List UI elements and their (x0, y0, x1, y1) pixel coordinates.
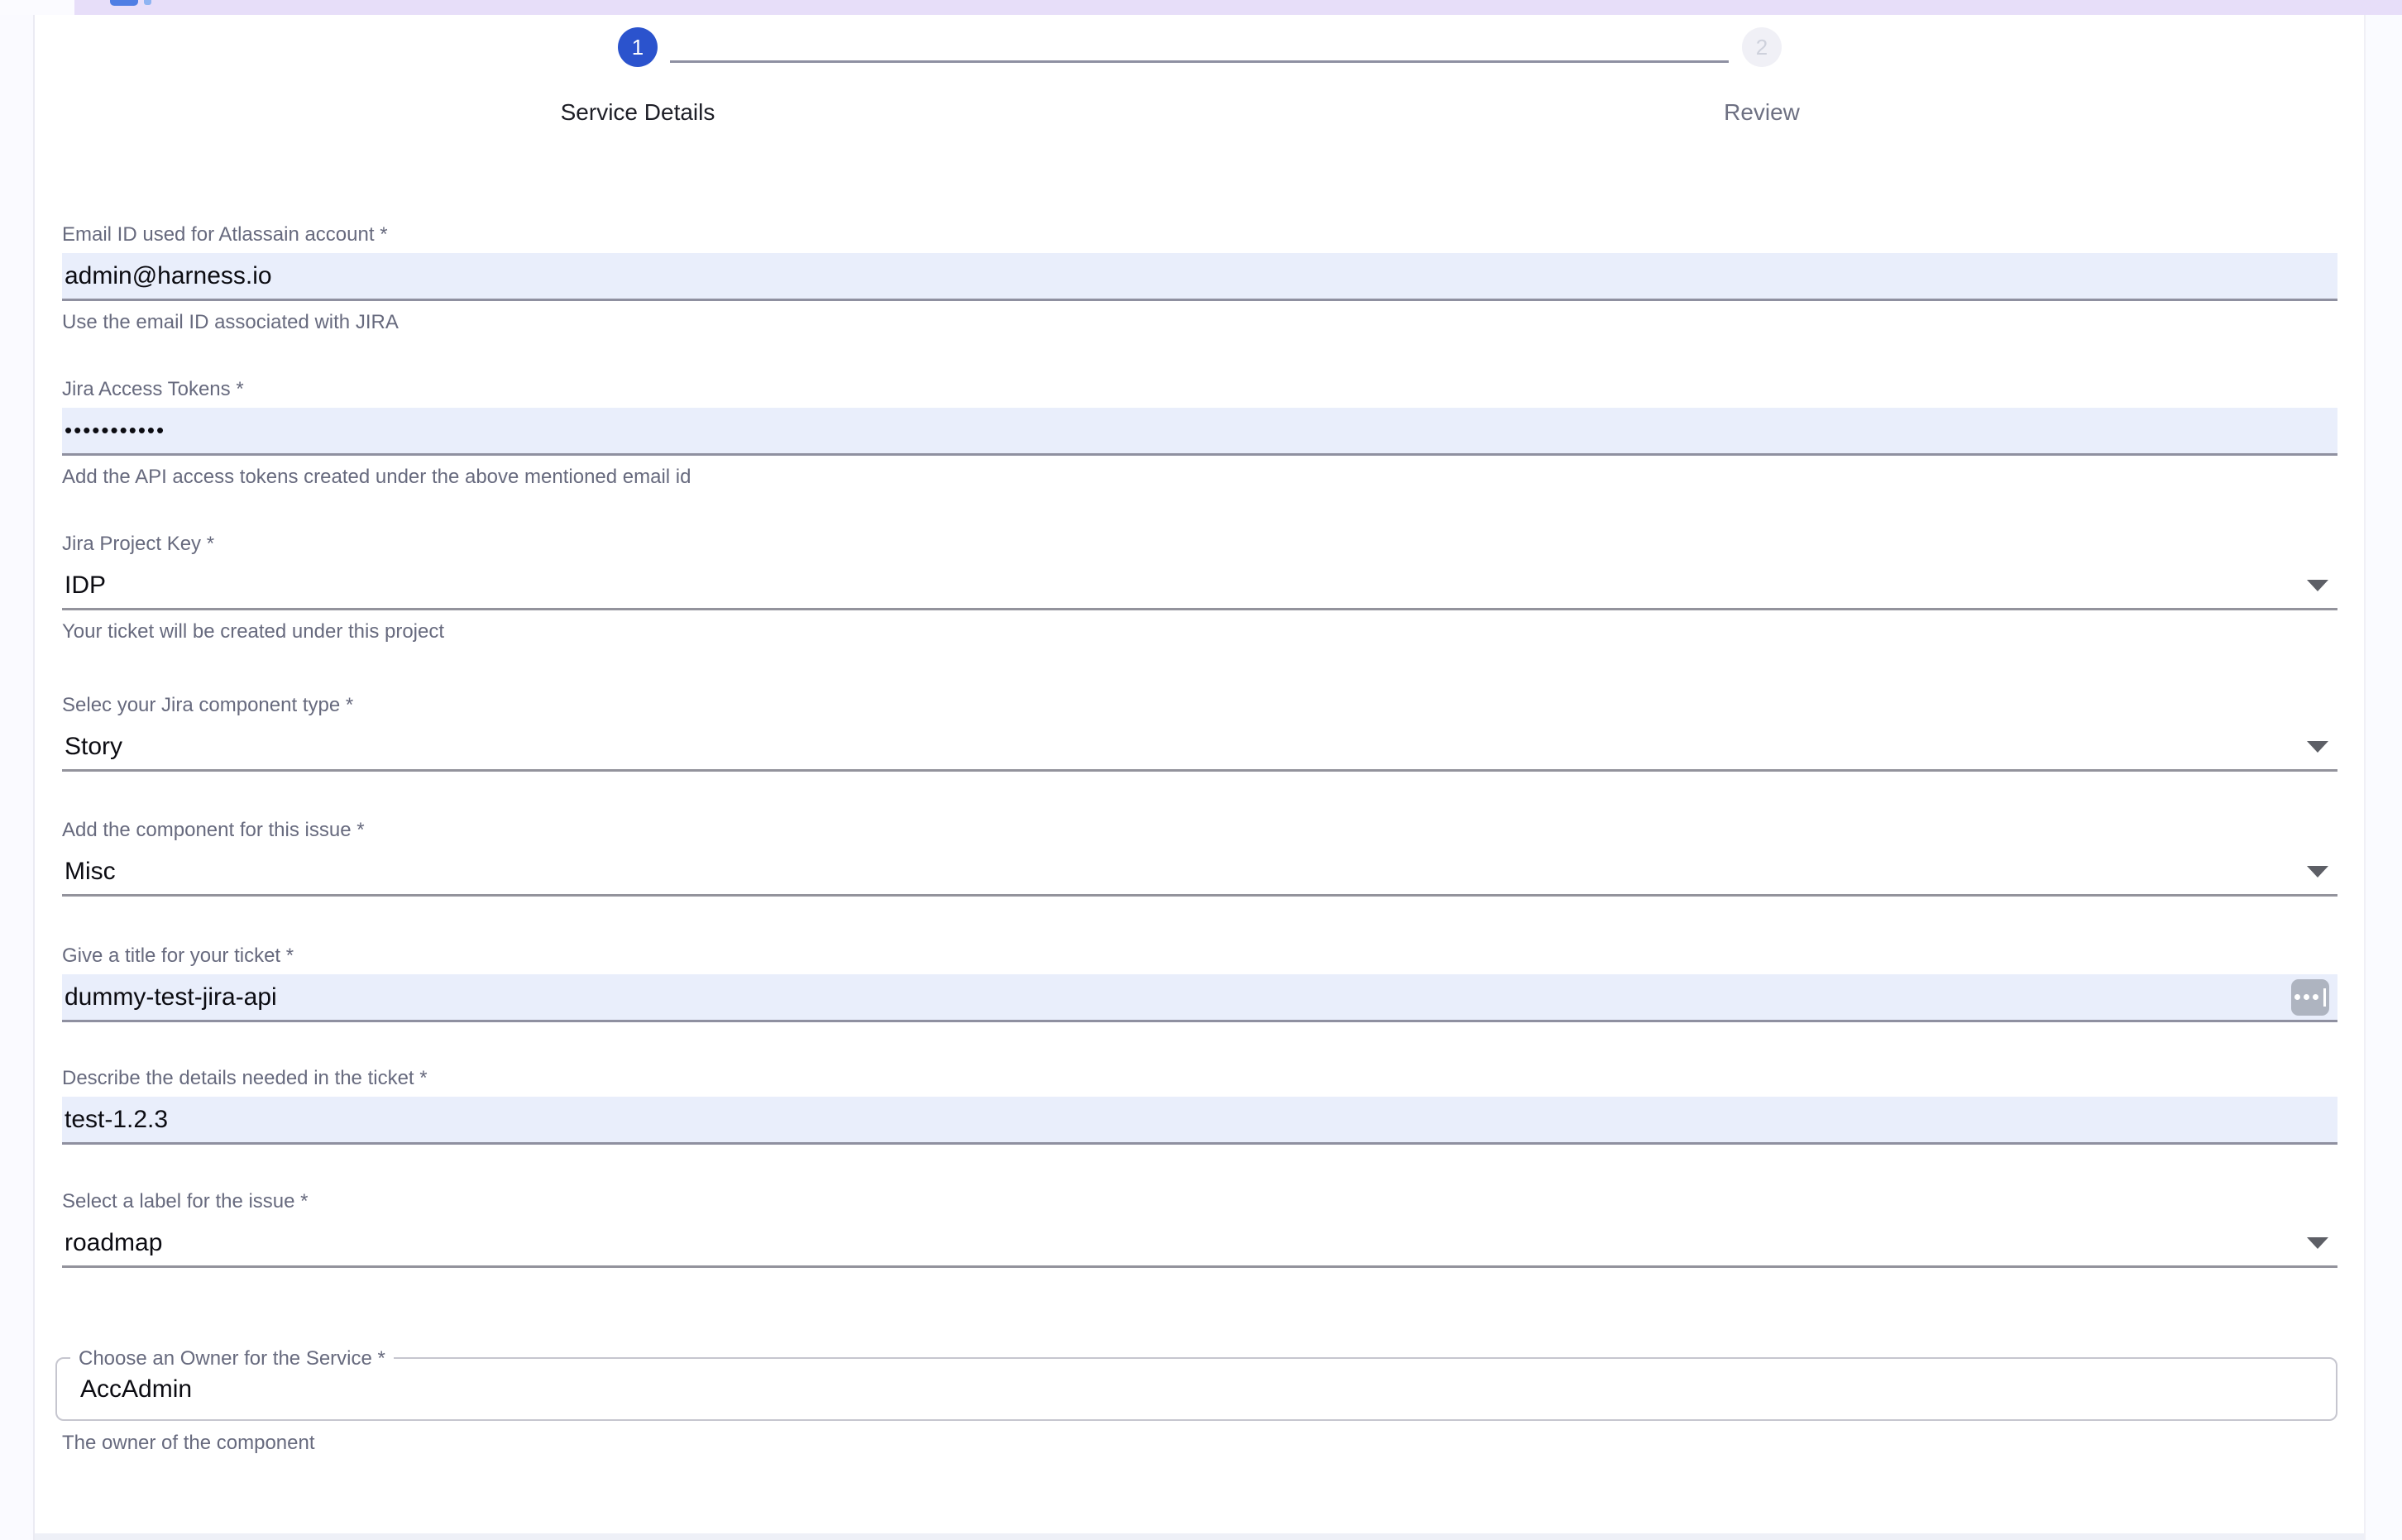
ticket-description-input[interactable]: test-1.2.3 (62, 1097, 2337, 1145)
issue-label-select[interactable]: roadmap (62, 1220, 2337, 1268)
component-selected-value: Misc (65, 858, 116, 886)
left-rail (0, 15, 35, 1540)
component-type-label: Selec your Jira component type * (62, 695, 2337, 716)
ellipsis-icon (2304, 994, 2309, 1000)
ellipsis-icon (2294, 994, 2300, 1000)
stepper: 1 Service Details 2 Review (35, 15, 2364, 180)
text-cursor-icon (2323, 988, 2326, 1007)
owner-helper-text: The owner of the component (62, 1432, 2337, 1454)
component-field-group: Add the component for this issue * Misc (62, 820, 2337, 897)
project-key-helper-text: Your ticket will be created under this p… (62, 621, 2337, 643)
email-input[interactable]: admin@harness.io (62, 253, 2337, 301)
component-label: Add the component for this issue * (62, 820, 2337, 841)
issue-label-field-group: Select a label for the issue * roadmap (62, 1191, 2337, 1268)
project-key-label: Jira Project Key * (62, 533, 2337, 555)
issue-label-label: Select a label for the issue * (62, 1191, 2337, 1212)
component-select[interactable]: Misc (62, 849, 2337, 897)
issue-label-selected-value: roadmap (65, 1229, 162, 1257)
tokens-label: Jira Access Tokens * (62, 379, 2337, 400)
chevron-down-icon[interactable] (2307, 741, 2328, 753)
chevron-down-icon[interactable] (2307, 866, 2328, 878)
step-1-indicator[interactable]: 1 (618, 27, 658, 67)
step-service-details[interactable]: 1 Service Details (423, 27, 853, 126)
email-helper-text: Use the email ID associated with JIRA (62, 312, 2337, 333)
ticket-description-label: Describe the details needed in the ticke… (62, 1068, 2337, 1089)
ticket-description-value: test-1.2.3 (65, 1106, 168, 1134)
email-label: Email ID used for Atlassain account * (62, 224, 2337, 246)
project-key-select[interactable]: IDP (62, 562, 2337, 610)
owner-label: Choose an Owner for the Service * (70, 1348, 394, 1370)
email-field-group: Email ID used for Atlassain account * ad… (62, 224, 2337, 333)
ticket-title-field-group: Give a title for your ticket * dummy-tes… (62, 945, 2337, 1022)
owner-field-group: Choose an Owner for the Service * AccAdm… (62, 1357, 2337, 1454)
component-type-field-group: Selec your Jira component type * Story (62, 695, 2337, 772)
ellipsis-icon (2313, 994, 2318, 1000)
top-banner (74, 0, 2402, 15)
tokens-helper-text: Add the API access tokens created under … (62, 466, 2337, 488)
tokens-field-group: Jira Access Tokens * ••••••••••• Add the… (62, 379, 2337, 488)
tokens-input[interactable]: ••••••••••• (62, 408, 2337, 456)
ticket-description-field-group: Describe the details needed in the ticke… (62, 1068, 2337, 1145)
expand-editor-button[interactable] (2291, 979, 2329, 1016)
owner-input[interactable]: Choose an Owner for the Service * AccAdm… (55, 1357, 2337, 1421)
owner-value: AccAdmin (80, 1375, 192, 1404)
banner-icon (110, 0, 138, 6)
step-2-indicator[interactable]: 2 (1742, 27, 1782, 67)
banner-icon-fragment (144, 0, 151, 5)
ticket-title-label: Give a title for your ticket * (62, 945, 2337, 967)
step-review[interactable]: 2 Review (1547, 27, 1977, 126)
ticket-title-input[interactable]: dummy-test-jira-api (62, 974, 2337, 1022)
tokens-input-masked-value: ••••••••••• (65, 418, 165, 443)
step-1-label: Service Details (561, 99, 715, 126)
chevron-down-icon[interactable] (2307, 1237, 2328, 1249)
email-input-value: admin@harness.io (65, 262, 272, 290)
project-key-field-group: Jira Project Key * IDP Your ticket will … (62, 533, 2337, 643)
project-key-selected-value: IDP (65, 572, 106, 600)
ticket-title-value: dummy-test-jira-api (65, 983, 277, 1012)
component-type-select[interactable]: Story (62, 724, 2337, 772)
right-rail (2364, 15, 2402, 1540)
component-type-selected-value: Story (65, 733, 122, 761)
workflow-form-panel: 1 Service Details 2 Review Email ID used… (35, 15, 2364, 1540)
chevron-down-icon[interactable] (2307, 580, 2328, 591)
step-2-label: Review (1724, 99, 1800, 126)
footer-edge (35, 1533, 2364, 1540)
